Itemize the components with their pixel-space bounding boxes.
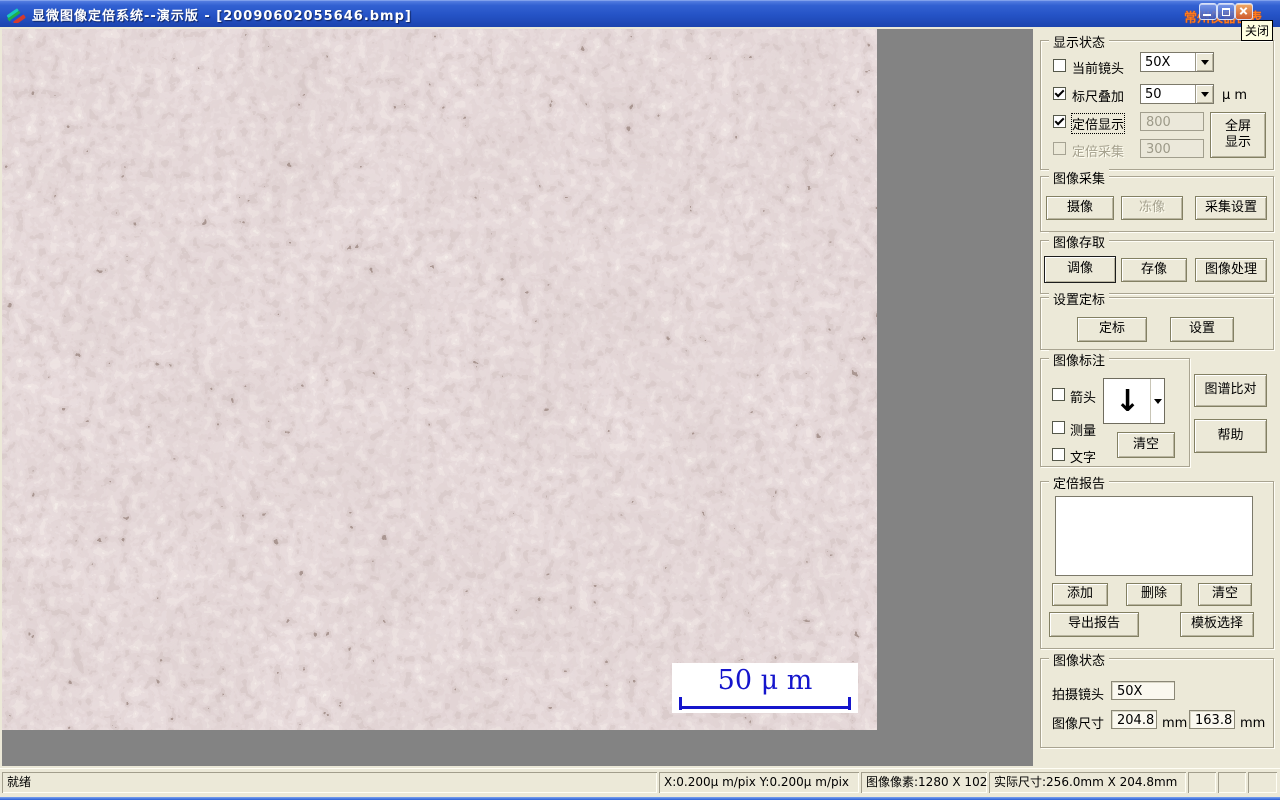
- title-bar: 显微图像定倍系统--演示版 - [20090602055646.bmp] 常州仪…: [0, 0, 1280, 41]
- fixed-capture-checkbox: [1053, 142, 1066, 155]
- micrograph-image[interactable]: [2, 29, 877, 730]
- fixed-display-checkbox[interactable]: [1053, 115, 1066, 128]
- restore-button[interactable]: [1217, 3, 1235, 20]
- current-lens-dropdown-button[interactable]: [1195, 53, 1213, 71]
- scale-bar-tick-right: [848, 697, 851, 710]
- fixed-capture-field: 300: [1140, 139, 1204, 158]
- group-image-storage-title: 图像存取: [1049, 232, 1110, 251]
- ruler-overlay-label: 标尺叠加: [1072, 90, 1125, 105]
- ruler-dropdown-button[interactable]: [1195, 85, 1213, 103]
- shoot-button[interactable]: 摄像: [1046, 196, 1114, 220]
- scale-bar-line: [680, 706, 850, 709]
- scale-bar-overlay: 50 μ m: [672, 663, 858, 713]
- help-button[interactable]: 帮助: [1194, 419, 1267, 453]
- template-select-button[interactable]: 模板选择: [1180, 612, 1254, 637]
- status-actual-size: 实际尺寸:256.0mm X 204.8mm: [989, 772, 1186, 793]
- chevron-down-icon: [1200, 59, 1209, 65]
- measure-label: 测量: [1070, 424, 1097, 439]
- calibrate-button[interactable]: 定标: [1077, 317, 1147, 342]
- image-width-unit: mm: [1162, 716, 1188, 731]
- atlas-compare-button[interactable]: 图谱比对: [1194, 374, 1267, 407]
- fullscreen-display-button[interactable]: 全屏显示: [1210, 112, 1266, 158]
- minimize-icon: [1203, 14, 1211, 16]
- measure-checkbox[interactable]: [1052, 421, 1065, 434]
- current-lens-value: 50X: [1145, 55, 1171, 70]
- group-image-status-title: 图像状态: [1049, 650, 1110, 669]
- report-delete-button[interactable]: 删除: [1126, 583, 1182, 606]
- chevron-down-icon: [1153, 398, 1162, 404]
- arrow-checkbox[interactable]: [1052, 388, 1065, 401]
- report-clear-button[interactable]: 清空: [1198, 583, 1252, 606]
- report-listbox[interactable]: [1055, 496, 1253, 576]
- close-button[interactable]: [1235, 3, 1253, 20]
- image-height-unit: mm: [1240, 716, 1266, 731]
- image-size-label: 图像尺寸: [1052, 717, 1105, 732]
- freeze-button: 冻像: [1121, 196, 1183, 220]
- calibration-setup-button[interactable]: 设置: [1170, 317, 1234, 342]
- arrow-style-dropdown-button[interactable]: [1150, 379, 1164, 423]
- app-icon: [6, 8, 26, 23]
- annotation-clear-button[interactable]: 清空: [1117, 432, 1175, 458]
- load-image-button[interactable]: 调像: [1044, 256, 1116, 283]
- checkmark-icon: [1054, 115, 1065, 126]
- shoot-lens-value-field: 50X: [1111, 681, 1175, 700]
- minimize-button[interactable]: [1199, 3, 1217, 20]
- ruler-value: 50: [1145, 87, 1162, 102]
- arrow-label: 箭头: [1070, 391, 1097, 406]
- current-lens-label: 当前镜头: [1072, 62, 1125, 77]
- window-title: 显微图像定倍系统--演示版 - [20090602055646.bmp]: [32, 9, 412, 24]
- scale-bar-tick-left: [679, 697, 682, 710]
- checkmark-icon: [1054, 87, 1065, 98]
- text-label: 文字: [1070, 451, 1097, 466]
- fixed-display-field: 800: [1140, 112, 1204, 131]
- group-image-capture-title: 图像采集: [1049, 168, 1110, 187]
- status-ready: 就绪: [2, 772, 657, 793]
- ruler-unit-label: μ m: [1222, 88, 1248, 103]
- report-add-button[interactable]: 添加: [1052, 583, 1108, 606]
- capture-settings-button[interactable]: 采集设置: [1195, 196, 1267, 220]
- group-calibration: 设置定标: [1040, 289, 1274, 350]
- export-report-button[interactable]: 导出报告: [1049, 612, 1139, 637]
- image-process-button[interactable]: 图像处理: [1195, 258, 1267, 282]
- scale-bar-label: 50 μ m: [717, 665, 813, 696]
- text-checkbox[interactable]: [1052, 448, 1065, 461]
- group-calibration-title: 设置定标: [1049, 289, 1110, 308]
- group-report-title: 定倍报告: [1049, 473, 1110, 492]
- status-scale-xy: X:0.200μ m/pix Y:0.200μ m/pix: [659, 772, 859, 793]
- status-bar: 就绪 X:0.200μ m/pix Y:0.200μ m/pix 图像像素:12…: [0, 768, 1280, 798]
- status-image-pixels: 图像像素:1280 X 1024: [861, 772, 987, 793]
- chevron-down-icon: [1200, 91, 1209, 97]
- ruler-value-combobox[interactable]: 50: [1140, 84, 1214, 104]
- image-height-field: 163.8: [1189, 710, 1235, 729]
- group-annotation-title: 图像标注: [1049, 350, 1110, 369]
- status-empty-panel: [1218, 772, 1246, 793]
- current-lens-checkbox[interactable]: [1053, 59, 1066, 72]
- status-empty-panel: [1188, 772, 1216, 793]
- restore-icon: [1222, 8, 1230, 16]
- current-lens-combobox[interactable]: 50X: [1140, 52, 1214, 72]
- image-width-field: 204.8: [1111, 710, 1157, 729]
- fixed-display-label: 定倍显示: [1070, 113, 1126, 134]
- arrow-style-combobox[interactable]: ↓: [1103, 378, 1165, 424]
- fixed-capture-label: 定倍采集: [1072, 145, 1125, 160]
- shoot-lens-label: 拍摄镜头: [1052, 688, 1105, 703]
- selected-arrow-glyph: ↓: [1114, 383, 1141, 419]
- ruler-overlay-checkbox[interactable]: [1053, 87, 1066, 100]
- status-empty-panel: [1248, 772, 1277, 793]
- group-display-status-title: 显示状态: [1049, 32, 1110, 51]
- save-image-button[interactable]: 存像: [1121, 258, 1187, 282]
- group-image-status: 图像状态: [1040, 650, 1274, 748]
- image-viewport: 50 μ m: [2, 29, 1033, 766]
- close-tooltip: 关闭: [1241, 20, 1274, 41]
